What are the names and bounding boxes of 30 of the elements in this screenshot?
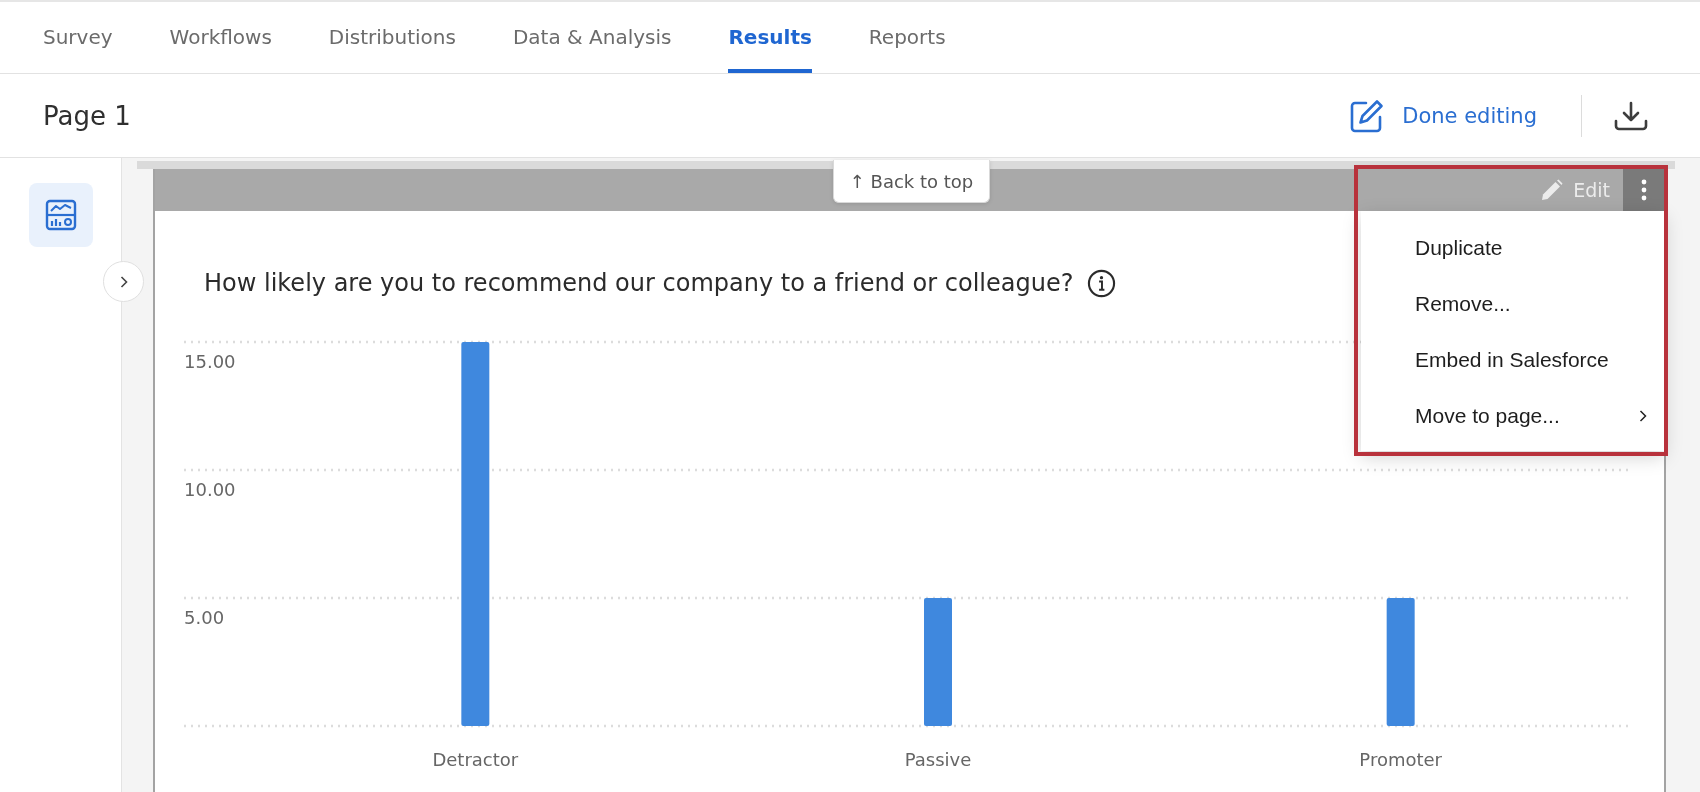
nav-tab[interactable]: Distributions — [328, 2, 456, 73]
back-to-top-button[interactable]: ↑ Back to top — [833, 160, 990, 203]
axis-label: 15.00 — [184, 351, 236, 372]
category-label: Promoter — [1359, 749, 1442, 770]
chevron-right-icon — [1639, 410, 1647, 422]
category-label: Passive — [904, 749, 972, 770]
chart-title: How likely are you to recommend our company to a friend or colleague? — [204, 269, 1074, 297]
nav-tab[interactable]: Data & Analysis — [512, 2, 672, 73]
nav-tab[interactable]: Workflows — [169, 2, 272, 73]
menu-item[interactable]: Remove... — [1361, 276, 1664, 332]
info-icon[interactable] — [1087, 268, 1117, 298]
nav-tab[interactable]: Reports — [868, 2, 946, 73]
done-editing-button[interactable]: Done editing — [1350, 93, 1537, 138]
kebab-icon — [1640, 179, 1647, 201]
pencil-icon — [1541, 179, 1564, 201]
axis-label: 5.00 — [184, 607, 225, 628]
menu-item[interactable]: Embed in Salesforce — [1361, 332, 1664, 388]
axis-label: 10.00 — [184, 479, 236, 500]
menu-item[interactable]: Move to page... — [1361, 388, 1664, 444]
download-icon — [1614, 100, 1648, 131]
nav-tab[interactable]: Results — [728, 2, 812, 73]
menu-item[interactable]: Duplicate — [1361, 220, 1664, 276]
more-options-button[interactable] — [1623, 169, 1664, 211]
edit-square-icon — [1350, 98, 1385, 133]
dashboard-icon — [45, 199, 77, 231]
page-title: Page 1 — [43, 100, 131, 131]
nav-tab[interactable]: Survey — [43, 2, 113, 73]
dashboard-tile-button[interactable] — [29, 183, 93, 247]
category-label: Detractor — [432, 749, 519, 770]
chevron-right-icon — [119, 275, 128, 288]
